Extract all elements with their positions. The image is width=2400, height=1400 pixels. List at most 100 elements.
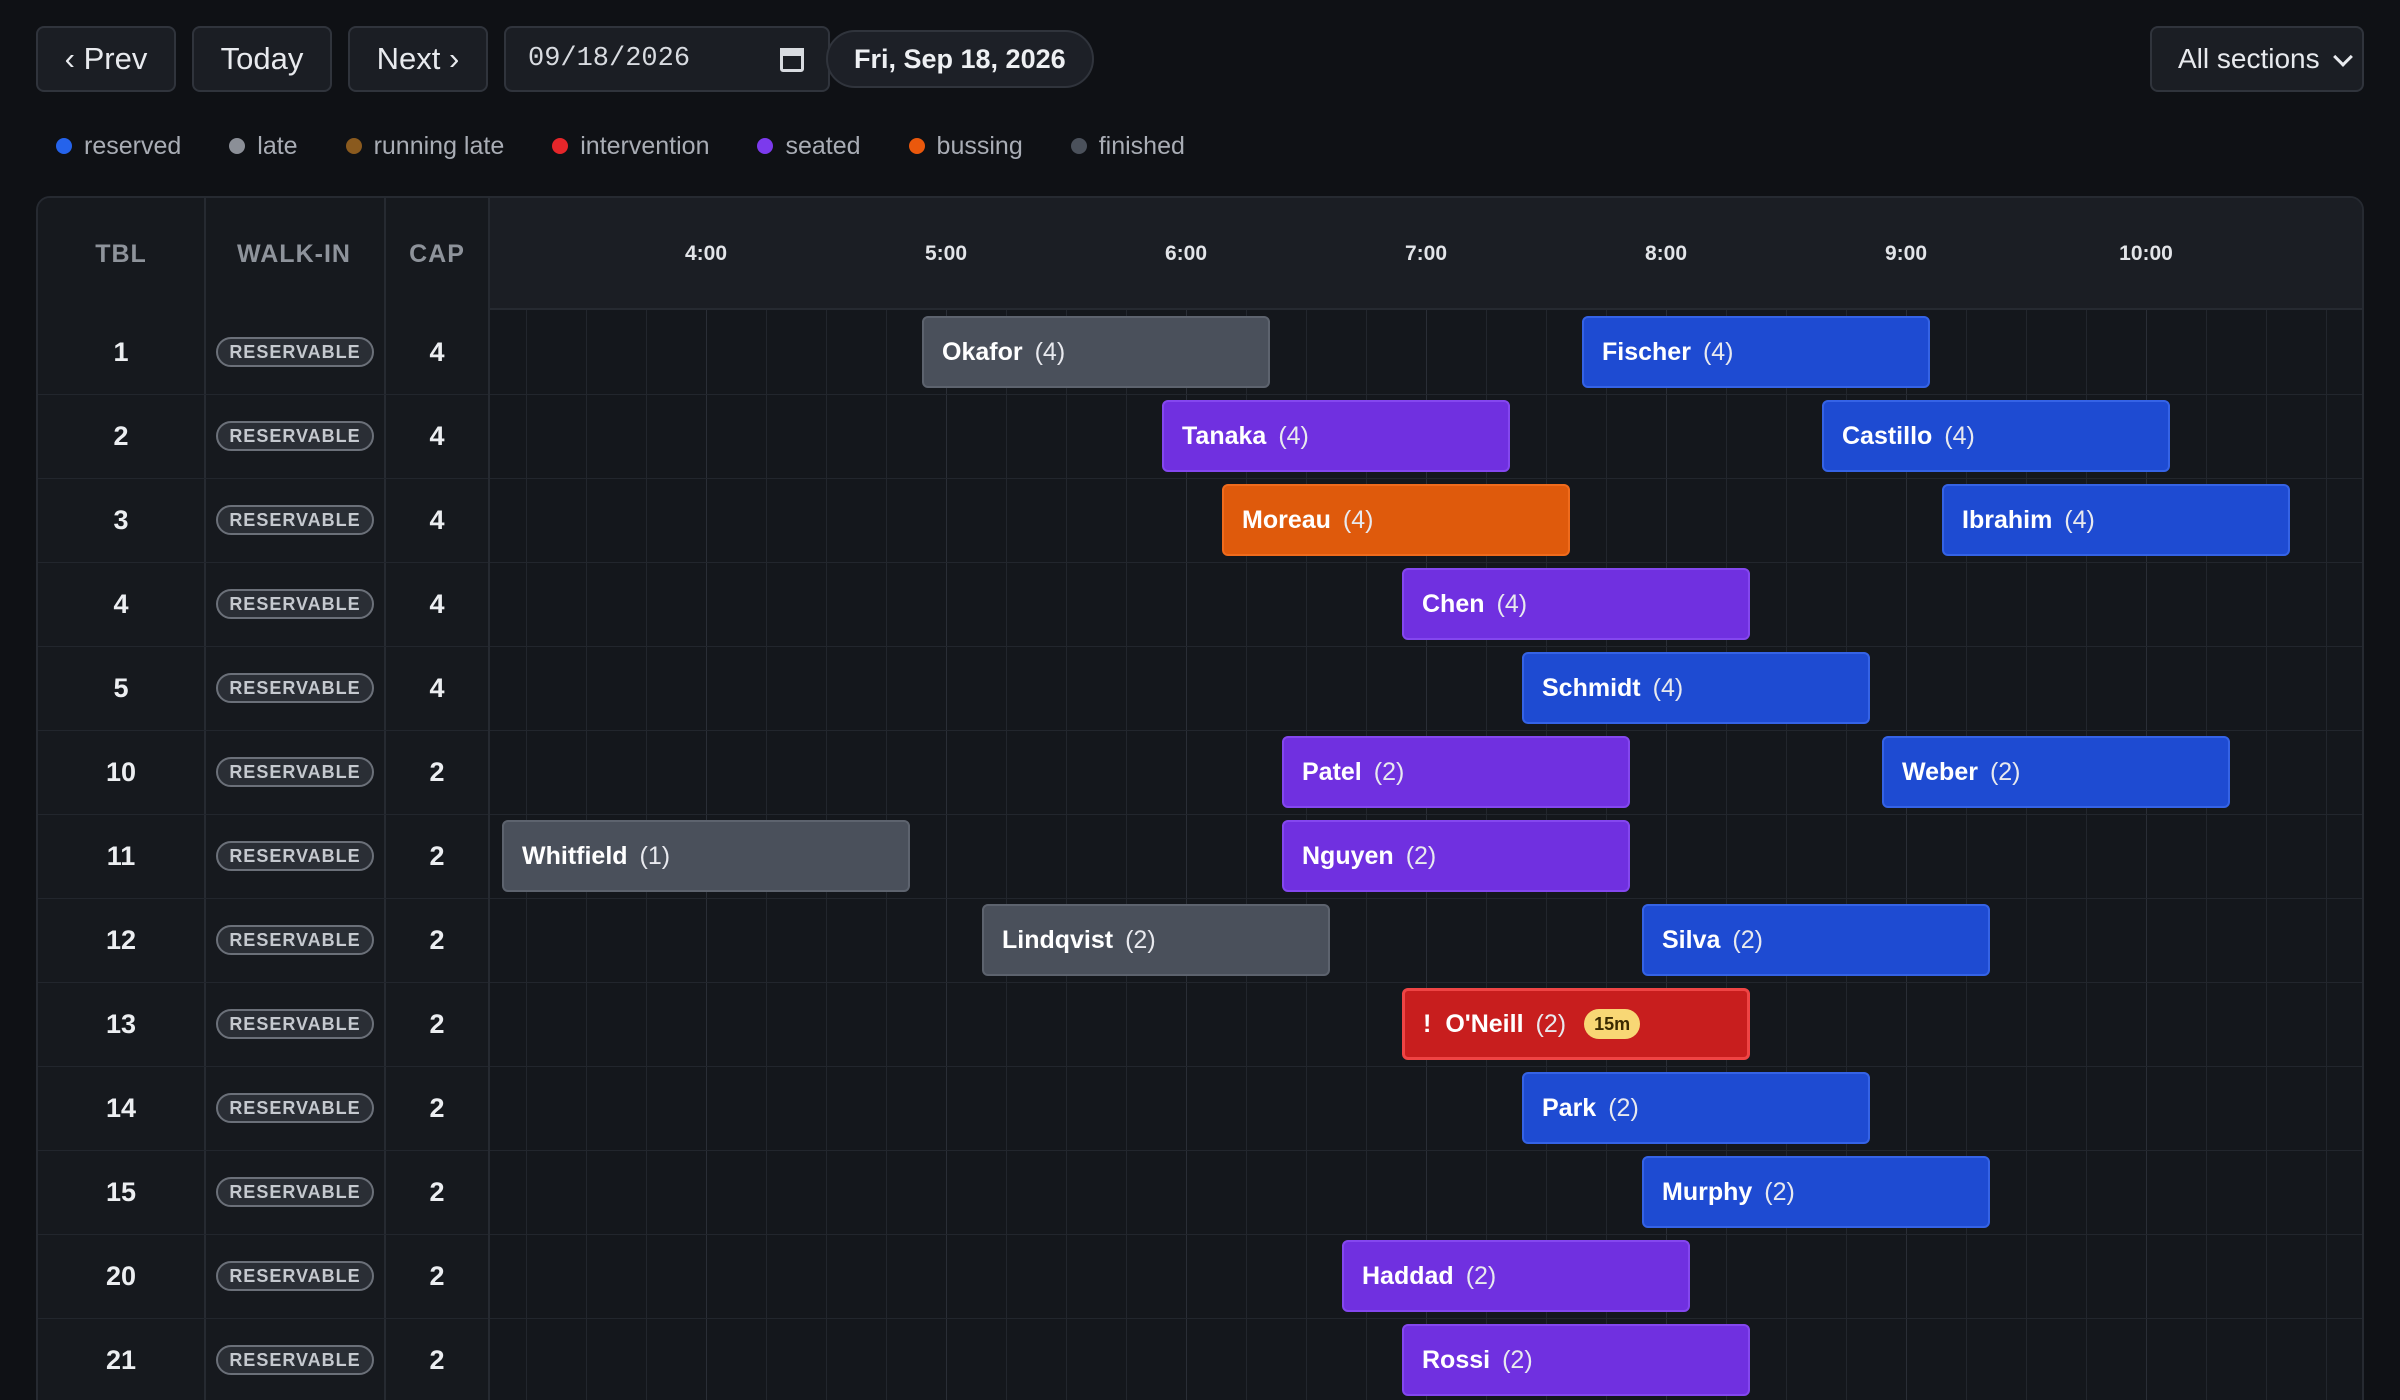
legend-item-reserved: reserved [56, 132, 181, 161]
walkin-status-badge[interactable]: RESERVABLE [216, 1093, 374, 1123]
reservation-block-seated[interactable]: Chen (4) [1402, 568, 1750, 640]
reservation-block-seated[interactable]: Patel (2) [1282, 736, 1630, 808]
date-input-value: 09/18/2026 [528, 44, 691, 74]
toolbar: ‹ Prev Today Next › 09/18/2026 Fri, Sep … [36, 26, 2364, 92]
table-number: 12 [105, 924, 137, 955]
legend-dot-icon [229, 138, 246, 154]
section-select[interactable]: All sections [2150, 26, 2364, 92]
time-gridline [2326, 310, 2327, 1400]
legend-dot-icon [56, 138, 72, 154]
reservation-block-seated[interactable]: Tanaka (4) [1162, 400, 1510, 472]
floor-timeline: TBL WALK-IN CAP 1 RESERVABLE 4 2 RESERVABLE 4… [36, 196, 2364, 1400]
time-gridline [2086, 310, 2087, 1400]
walkin-status-badge[interactable]: RESERVABLE [216, 421, 374, 451]
legend-dot-icon [552, 138, 569, 154]
legend-item-running-late: running late [345, 132, 504, 161]
today-button[interactable]: Today [192, 26, 332, 92]
alert-icon: ! [1423, 1009, 1432, 1038]
table-number: 13 [105, 1008, 137, 1039]
reservation-block-reserved[interactable]: Schmidt (4) [1522, 652, 1870, 724]
reservation-block-seated[interactable]: Rossi (2) [1402, 1324, 1750, 1396]
timeline-area: 3:004:005:006:007:008:009:0010:00Okafor(… [490, 198, 2362, 1400]
reservation-block-reserved[interactable]: Silva (2) [1642, 904, 1990, 976]
row-divider [490, 1234, 2362, 1235]
time-gridline [1846, 310, 1847, 1400]
reservation-block-reserved[interactable]: Weber (2) [1882, 736, 2230, 808]
party-size: (2) [1502, 1345, 1533, 1374]
party-size: (2) [1732, 925, 1763, 954]
walkin-status-badge[interactable]: RESERVABLE [216, 841, 374, 871]
table-capacity: 2 [429, 1344, 445, 1375]
legend-item-bussing: bussing [908, 132, 1023, 161]
guest-name: Fischer [1602, 337, 1691, 366]
col-header-table: TBL [95, 239, 147, 268]
reservation-block-reserved[interactable]: Murphy (2) [1642, 1156, 1990, 1228]
party-size: (2) [1373, 757, 1405, 786]
walkin-status-badge[interactable]: RESERVABLE [216, 673, 374, 703]
reservation-block-finished[interactable]: Okafor (4) [922, 316, 1270, 388]
legend-item-late: late [229, 131, 298, 161]
walkin-status-badge[interactable]: RESERVABLE [216, 1261, 374, 1291]
reservation-block-seated[interactable]: Haddad (2) [1342, 1240, 1690, 1312]
table-capacity: 2 [429, 1008, 445, 1039]
walkin-status-badge[interactable]: RESERVABLE [216, 757, 374, 787]
row-divider [490, 1066, 2362, 1067]
guest-name: Weber [1902, 757, 1978, 786]
row-divider [490, 478, 2362, 479]
party-size: (4) [1278, 421, 1309, 450]
time-gridline [1906, 310, 1907, 1400]
walkin-status-badge[interactable]: RESERVABLE [216, 1177, 374, 1207]
guest-name: Rossi [1422, 1345, 1491, 1374]
row-divider [490, 394, 2362, 395]
legend-dot-icon [345, 138, 362, 154]
guest-name: Ibrahim [1962, 505, 2053, 534]
time-gridline [1786, 310, 1787, 1400]
table-capacity: 2 [429, 924, 445, 955]
walkin-status-badge[interactable]: RESERVABLE [216, 589, 374, 619]
party-size: (4) [1342, 505, 1374, 534]
reservation-block-reserved[interactable]: Castillo (4) [1822, 400, 2170, 472]
prev-button[interactable]: ‹ Prev [36, 26, 176, 92]
party-size: (2) [1535, 1009, 1567, 1038]
calendar-icon[interactable] [780, 48, 804, 72]
guest-name: Okafor [942, 337, 1023, 366]
walkin-status-badge[interactable]: RESERVABLE [216, 505, 374, 535]
hour-label: 5:00 [924, 242, 968, 265]
reservation-block-reserved[interactable]: Park (2) [1522, 1072, 1870, 1144]
time-gridline [2146, 310, 2147, 1400]
party-size: (2) [1608, 1093, 1639, 1122]
row-divider [490, 730, 2362, 731]
walkin-status-badge[interactable]: RESERVABLE [216, 925, 374, 955]
reservation-block-intervention[interactable]: ! O'Neill (2) 15m [1402, 988, 1750, 1060]
reservation-block-bussing[interactable]: Moreau (4) [1222, 484, 1570, 556]
table-columns: TBL WALK-IN CAP 1 RESERVABLE 4 2 RESERVABLE 4… [38, 198, 490, 1400]
row-divider [490, 1318, 2362, 1319]
time-gridline [1066, 310, 1067, 1400]
row-divider [490, 646, 2362, 647]
table-capacity: 2 [429, 1176, 445, 1207]
time-gridline [2266, 310, 2267, 1400]
legend-label: seated [785, 131, 861, 160]
reservation-block-finished[interactable]: Whitfield (1) [502, 820, 910, 892]
reservation-block-reserved[interactable]: Ibrahim (4) [1942, 484, 2290, 556]
next-button[interactable]: Next › [348, 26, 488, 92]
legend-label: finished [1098, 131, 1185, 160]
walkin-status-badge[interactable]: RESERVABLE [216, 1009, 374, 1039]
legend-label: late [257, 131, 298, 160]
legend-dot-icon [757, 138, 774, 154]
table-capacity: 2 [429, 1260, 445, 1291]
party-size: (4) [1652, 673, 1684, 702]
guest-name: Lindqvist [1002, 925, 1114, 954]
date-input[interactable]: 09/18/2026 [504, 26, 830, 92]
reservation-block-seated[interactable]: Nguyen (2) [1282, 820, 1630, 892]
reservation-block-reserved[interactable]: Fischer (4) [1582, 316, 1930, 388]
reservation-block-finished[interactable]: Lindqvist (2) [982, 904, 1330, 976]
guest-name: Murphy [1662, 1177, 1753, 1206]
walkin-status-badge[interactable]: RESERVABLE [216, 1345, 374, 1375]
table-capacity: 2 [429, 840, 445, 871]
walkin-status-badge[interactable]: RESERVABLE [216, 337, 374, 367]
guest-name: Patel [1302, 757, 1362, 786]
guest-name: Chen [1422, 589, 1485, 618]
legend-label: intervention [580, 131, 710, 160]
table-number: 4 [113, 588, 129, 619]
